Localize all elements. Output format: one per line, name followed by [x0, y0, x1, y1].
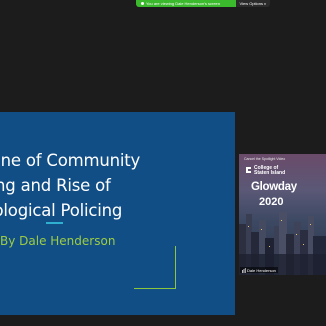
- sharing-status: You are viewing Dale Henderson's screen: [136, 0, 236, 7]
- participant-name-label: Dale Henderson: [240, 267, 278, 273]
- sharing-status-text: You are viewing Dale Henderson's screen: [146, 1, 220, 6]
- csi-logo-icon: [246, 167, 251, 173]
- mic-icon: [242, 267, 246, 273]
- college-name: College of Staten Island: [254, 165, 286, 176]
- screen-share-banner: You are viewing Dale Henderson's screen …: [136, 0, 270, 7]
- video-caption: Cancel the Spotlight Video: [244, 157, 286, 161]
- slide-title: ecline of Community licing and Rise of n…: [0, 151, 141, 220]
- view-options-label: View Options: [239, 1, 264, 6]
- slide-accent-rule: [46, 222, 63, 224]
- slide-corner-accent: [134, 246, 176, 289]
- event-title: Glowday: [251, 181, 297, 193]
- zoom-meeting-window: You are viewing Dale Henderson's screen …: [0, 0, 326, 326]
- view-options-button[interactable]: View Options v: [235, 0, 270, 7]
- shared-slide: ecline of Community licing and Rise of n…: [0, 112, 235, 315]
- participant-name: Dale Henderson: [247, 267, 276, 273]
- college-logo: College of Staten Island: [245, 166, 285, 176]
- event-year: 2020: [259, 196, 284, 208]
- share-dot-icon: [141, 2, 144, 5]
- participant-video-tile[interactable]: Cancel the Spotlight Video College of St…: [239, 154, 326, 275]
- chevron-down-icon: v: [264, 1, 266, 6]
- slide-author: By Dale Henderson: [0, 234, 116, 248]
